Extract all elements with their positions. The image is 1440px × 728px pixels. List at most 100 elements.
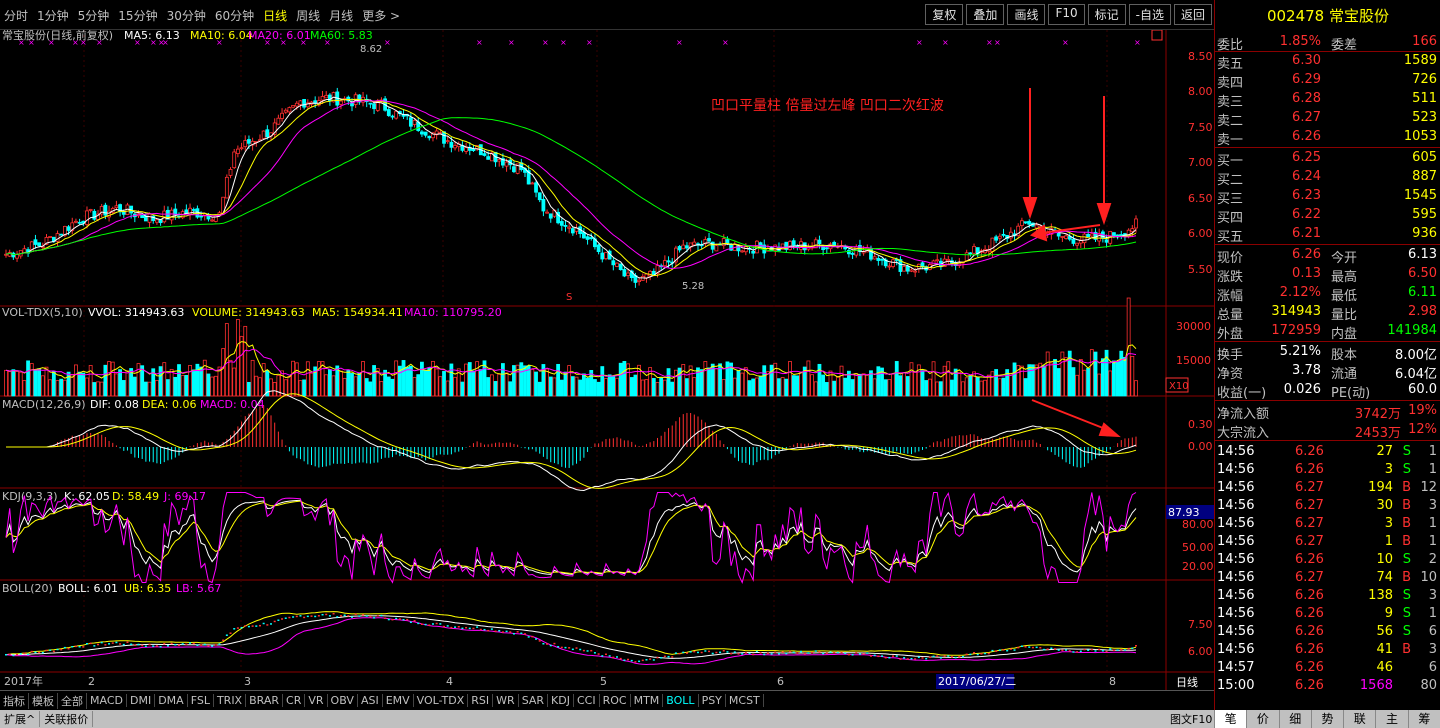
candlestick	[891, 259, 895, 267]
indicator-tab[interactable]: FSL	[188, 694, 214, 707]
indicator-tab[interactable]: VR	[305, 694, 328, 707]
panel-tab[interactable]: 笔	[1214, 710, 1247, 728]
indicator-tab[interactable]: MTM	[631, 694, 664, 707]
tab-more[interactable]: 更多 >	[362, 7, 400, 24]
indicator-tab[interactable]: BRAR	[246, 694, 284, 707]
indicator-tab[interactable]: CR	[283, 694, 306, 707]
panel-tab[interactable]: 价	[1246, 710, 1278, 728]
volume-bar	[604, 378, 608, 397]
indicator-tab[interactable]: TRIX	[214, 694, 247, 707]
volume-bar	[615, 377, 619, 397]
indicator-tab[interactable]: ROC	[600, 694, 631, 707]
panel-tab[interactable]: 主	[1375, 710, 1407, 728]
volume-bar	[699, 369, 704, 397]
bid-row[interactable]: 买四 6.22 595	[1215, 206, 1440, 226]
tick-price: 6.26	[1295, 588, 1324, 603]
panel-tab[interactable]: 细	[1278, 710, 1311, 728]
tick-count: 1	[1428, 606, 1437, 621]
volume-bar	[707, 367, 711, 397]
tab-1min[interactable]: 1分钟	[37, 7, 69, 24]
tab-60min[interactable]: 60分钟	[215, 7, 254, 24]
indicator-tab[interactable]: EMV	[383, 694, 414, 707]
ask-row[interactable]: 卖三 6.28 511	[1215, 90, 1440, 110]
tick-row: 14:56 6.27 30 B 3	[1215, 497, 1440, 515]
volume-bar	[758, 375, 763, 397]
ask-row[interactable]: 卖五 6.30 1589	[1215, 52, 1440, 72]
panel-tab[interactable]: 筹	[1407, 710, 1440, 728]
main-corner-box[interactable]	[1151, 30, 1163, 41]
indicator-tab[interactable]: DMI	[127, 694, 156, 707]
indicator-tab[interactable]: ASI	[358, 694, 383, 707]
watchlist-button[interactable]: -自选	[1128, 4, 1171, 25]
overlay-button[interactable]: 叠加	[966, 4, 1005, 25]
volume-bar	[379, 381, 384, 397]
volume-bar	[1078, 359, 1083, 397]
vol-unit-label: X10	[1169, 381, 1189, 392]
flow-label: 净流入额	[1217, 407, 1270, 422]
tab-monthly[interactable]: 月线	[329, 7, 353, 24]
tab-daily[interactable]: 日线	[263, 7, 287, 24]
signal-marker: ×	[300, 38, 307, 47]
chart-area[interactable]: 常宝股份(日线,前复权) MA5: 6.13 MA10: 6.04 MA20: …	[0, 30, 1214, 690]
volume-bar	[114, 373, 119, 397]
indicator-tab[interactable]: PSY	[699, 694, 726, 707]
panel-tab[interactable]: 势	[1310, 710, 1343, 728]
adjust-button[interactable]: 复权	[925, 4, 964, 25]
ask-label: 卖四	[1217, 76, 1244, 91]
tab-weekly[interactable]: 周线	[296, 7, 320, 24]
indicator-tab[interactable]: WR	[493, 694, 519, 707]
volume-bar	[59, 378, 64, 397]
tab-5min[interactable]: 5分钟	[78, 7, 110, 24]
quote-value: 6.11	[1408, 285, 1437, 300]
indicator-tab[interactable]: BOLL	[663, 694, 699, 707]
f10-button[interactable]: F10	[1048, 4, 1085, 25]
volume-bar	[581, 373, 586, 397]
indicator-tab[interactable]: 指标	[0, 692, 29, 709]
ask-row[interactable]: 卖四 6.29 726	[1215, 71, 1440, 91]
related-quotes-button[interactable]: 关联报价	[40, 711, 94, 727]
volume-bar	[611, 375, 616, 397]
ask-row[interactable]: 卖一 6.26 1053	[1215, 128, 1440, 148]
candlestick	[372, 103, 376, 110]
volume-bar	[927, 378, 932, 397]
tab-30min[interactable]: 30分钟	[167, 7, 206, 24]
volume-bar	[629, 377, 634, 397]
indicator-tab[interactable]: CCI	[574, 694, 600, 707]
bid-volume: 595	[1412, 207, 1437, 222]
bid-row[interactable]: 买五 6.21 936	[1215, 225, 1440, 245]
volume-bar	[486, 377, 491, 397]
bid-label: 买二	[1217, 173, 1244, 188]
indicator-tab[interactable]: OBV	[328, 694, 358, 707]
back-button[interactable]: 返回	[1173, 4, 1212, 25]
draw-button[interactable]: 画线	[1007, 4, 1046, 25]
indicator-tab[interactable]: MCST	[726, 694, 764, 707]
tab-15min[interactable]: 15分钟	[118, 7, 157, 24]
ask-row[interactable]: 卖二 6.27 523	[1215, 109, 1440, 129]
ask-volume: 511	[1412, 91, 1437, 106]
volume-bar	[905, 376, 910, 397]
indicator-tab[interactable]: 全部	[58, 692, 87, 709]
volume-bar	[1023, 378, 1028, 397]
panel-tab[interactable]: 联	[1343, 710, 1375, 728]
tab-fenshi[interactable]: 分时	[4, 7, 28, 24]
volume-bar	[824, 382, 829, 397]
volume-bar	[887, 379, 892, 397]
indicator-tab[interactable]: SAR	[519, 694, 549, 707]
indicator-tab[interactable]: RSI	[468, 694, 494, 707]
marker-layer: × × × × × × × × ×× × × × × × × × × × × × × × × × × × × ×	[18, 38, 1141, 47]
indicator-tab[interactable]: KDJ	[548, 694, 574, 707]
indicator-tab[interactable]: MACD	[87, 694, 127, 707]
indicator-tab[interactable]: DMA	[155, 694, 188, 707]
tick-row: 14:56 6.27 1 B 1	[1215, 533, 1440, 551]
bid-row[interactable]: 买三 6.23 1545	[1215, 187, 1440, 207]
f10-status-button[interactable]: 图文F10	[1166, 711, 1216, 727]
bid-row[interactable]: 买一 6.25 605	[1215, 149, 1440, 169]
volume-bar	[850, 379, 855, 397]
expand-button[interactable]: 扩展^	[0, 711, 41, 727]
indicator-tab[interactable]: VOL-TDX	[414, 694, 469, 707]
indicator-tab[interactable]: 模板	[29, 692, 58, 709]
bid-row[interactable]: 买二 6.24 887	[1215, 168, 1440, 188]
candlestick	[1086, 234, 1091, 238]
mark-button[interactable]: 标记	[1087, 4, 1126, 25]
tick-volume: 46	[1376, 660, 1393, 675]
